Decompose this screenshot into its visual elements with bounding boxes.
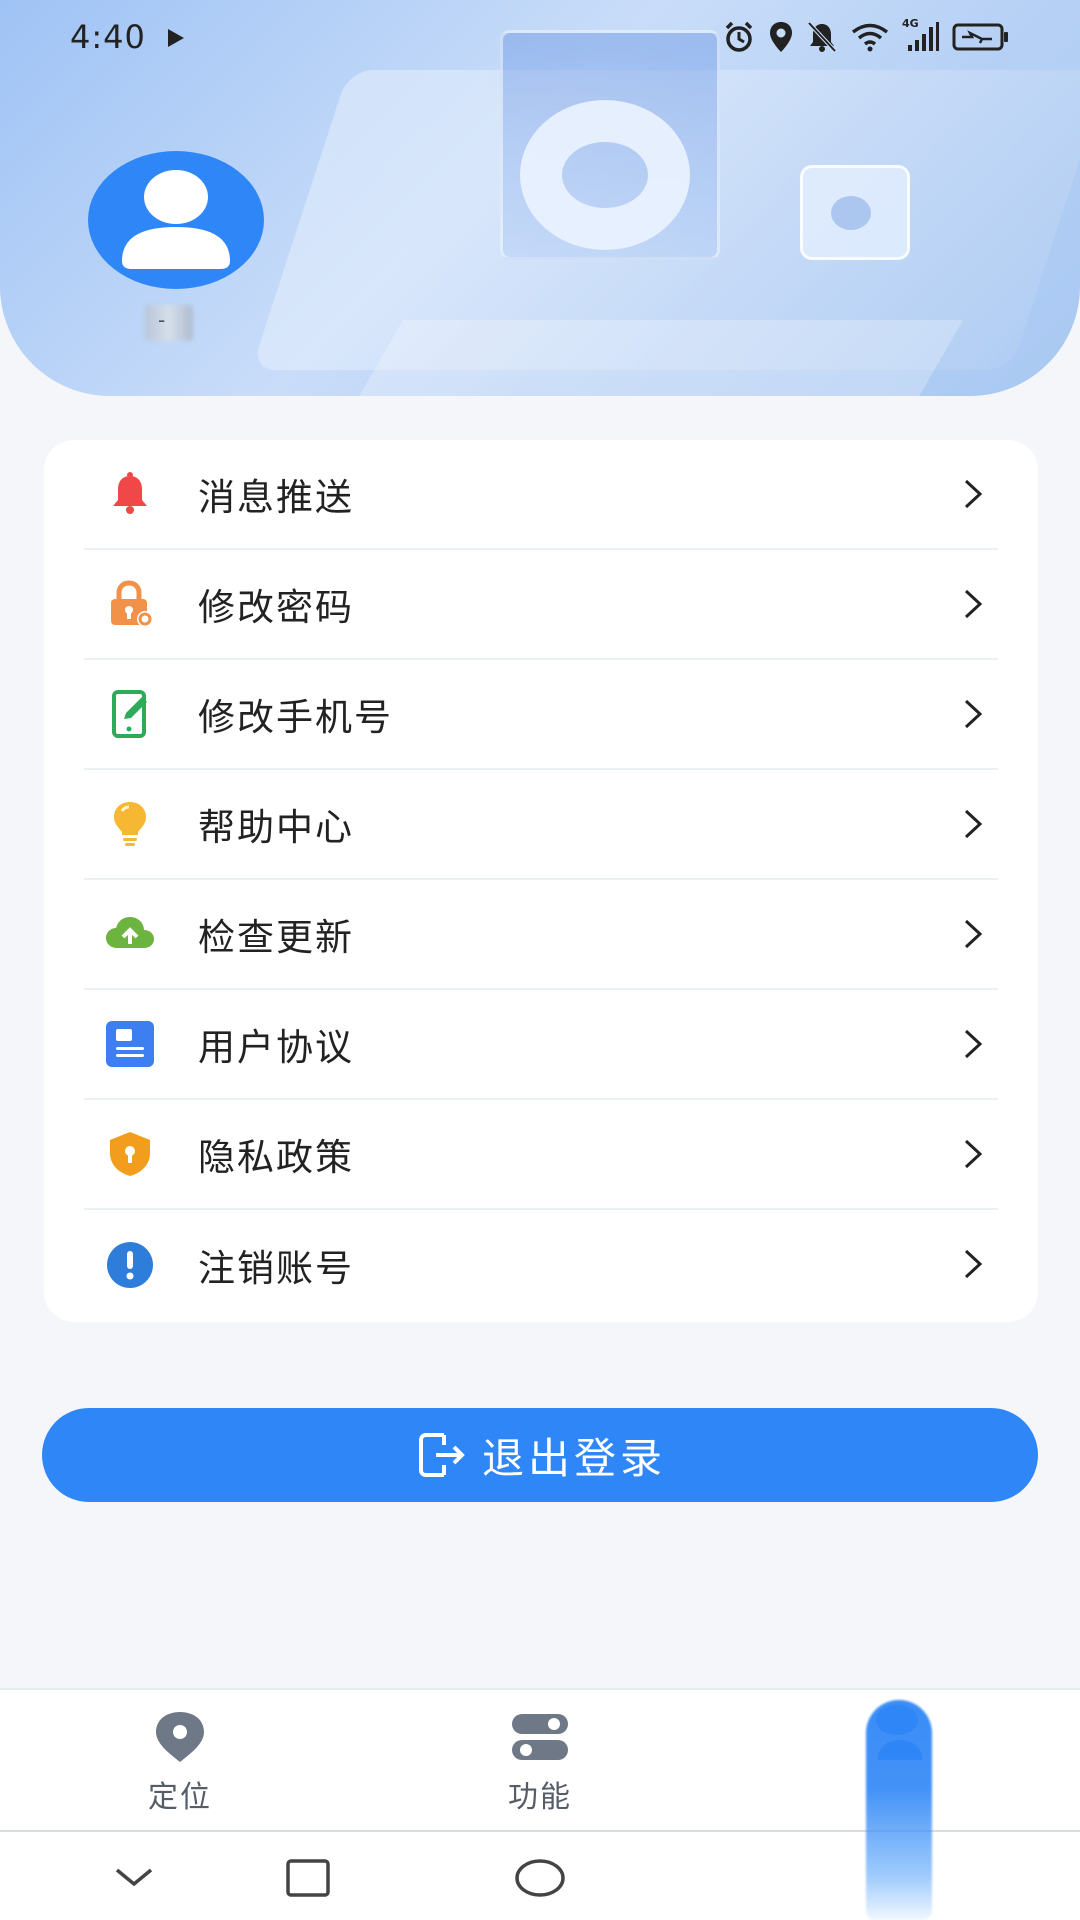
cloud-upload-icon <box>102 906 158 962</box>
square-icon <box>286 1859 330 1897</box>
system-back-button[interactable] <box>106 1850 162 1906</box>
menu-item-change-phone[interactable]: 修改手机号 <box>84 660 998 770</box>
menu-item-label: 检查更新 <box>198 916 354 959</box>
media-playing-icon <box>168 29 184 47</box>
system-home-button[interactable] <box>512 1850 568 1906</box>
mute-bell-icon <box>807 21 837 53</box>
battery-charging-icon <box>952 23 1008 51</box>
system-recents-button[interactable] <box>280 1850 336 1906</box>
location-icon <box>770 22 792 52</box>
menu-item-delete-account[interactable]: 注销账号 <box>84 1210 998 1320</box>
menu-item-label: 注销账号 <box>198 1247 354 1290</box>
chevron-right-icon <box>964 809 983 839</box>
user-avatar-icon <box>122 170 230 269</box>
chevron-right-icon <box>964 589 983 619</box>
chevron-right-icon <box>964 919 983 949</box>
phone-edit-icon <box>102 686 158 742</box>
header-background-decoration <box>520 100 690 250</box>
toggles-icon <box>512 1714 568 1760</box>
tab-function[interactable]: 功能 <box>460 1710 620 1820</box>
menu-item-label: 修改密码 <box>198 586 354 629</box>
shield-keyhole-icon <box>102 1126 158 1182</box>
logout-icon <box>418 1433 465 1477</box>
header-background-decoration <box>800 165 910 260</box>
menu-item-label: 修改手机号 <box>198 696 393 739</box>
profile-header: 4:40 4G - <box>0 0 1080 396</box>
menu-item-user-agreement[interactable]: 用户协议 <box>84 990 998 1100</box>
wifi-icon <box>851 23 889 52</box>
menu-item-label: 用户协议 <box>198 1026 354 1069</box>
menu-item-label: 消息推送 <box>198 476 354 519</box>
logout-label: 退出登录 <box>481 1433 666 1483</box>
logout-button[interactable]: 退出登录 <box>42 1408 1038 1502</box>
tab-label: 定位 <box>148 1780 212 1815</box>
menu-item-check-update[interactable]: 检查更新 <box>84 880 998 990</box>
menu-item-label: 隐私政策 <box>198 1136 354 1179</box>
menu-item-message-push[interactable]: 消息推送 <box>84 440 998 550</box>
avatar[interactable] <box>88 151 264 289</box>
lock-settings-icon <box>102 576 158 632</box>
menu-item-privacy-policy[interactable]: 隐私政策 <box>84 1100 998 1210</box>
signal-bars-icon <box>908 22 939 51</box>
status-bar: 4:40 4G <box>0 0 1080 74</box>
tab-label: 功能 <box>508 1780 572 1815</box>
menu-item-label: 帮助中心 <box>198 806 354 849</box>
circle-icon <box>515 1859 565 1897</box>
cellular-signal: 4G <box>902 17 940 53</box>
location-pin-icon <box>156 1712 204 1762</box>
document-icon <box>102 1016 158 1072</box>
status-time: 4:40 <box>70 18 146 56</box>
alarm-icon <box>725 21 753 52</box>
chevron-right-icon <box>964 699 983 729</box>
chevron-right-icon <box>964 1029 983 1059</box>
chevron-right-icon <box>964 479 983 509</box>
header-background-decoration <box>356 320 964 396</box>
status-icons: 4G <box>722 17 1010 54</box>
lightbulb-icon <box>102 796 158 852</box>
chevron-right-icon <box>964 1249 983 1279</box>
menu-item-help-center[interactable]: 帮助中心 <box>84 770 998 880</box>
tab-location[interactable]: 定位 <box>100 1710 260 1820</box>
username-obscured <box>145 305 193 341</box>
menu-item-change-password[interactable]: 修改密码 <box>84 550 998 660</box>
username: - <box>158 308 166 332</box>
gesture-touch-point <box>876 1705 918 1735</box>
bell-icon <box>102 466 158 522</box>
settings-menu: 消息推送 修改密码 修改手机号 帮助中心 检查更新 用户协议 隐私政策 注销账号 <box>44 440 1038 1322</box>
chevron-down-icon <box>115 1868 153 1887</box>
exclamation-circle-icon <box>102 1237 158 1293</box>
chevron-right-icon <box>964 1139 983 1169</box>
